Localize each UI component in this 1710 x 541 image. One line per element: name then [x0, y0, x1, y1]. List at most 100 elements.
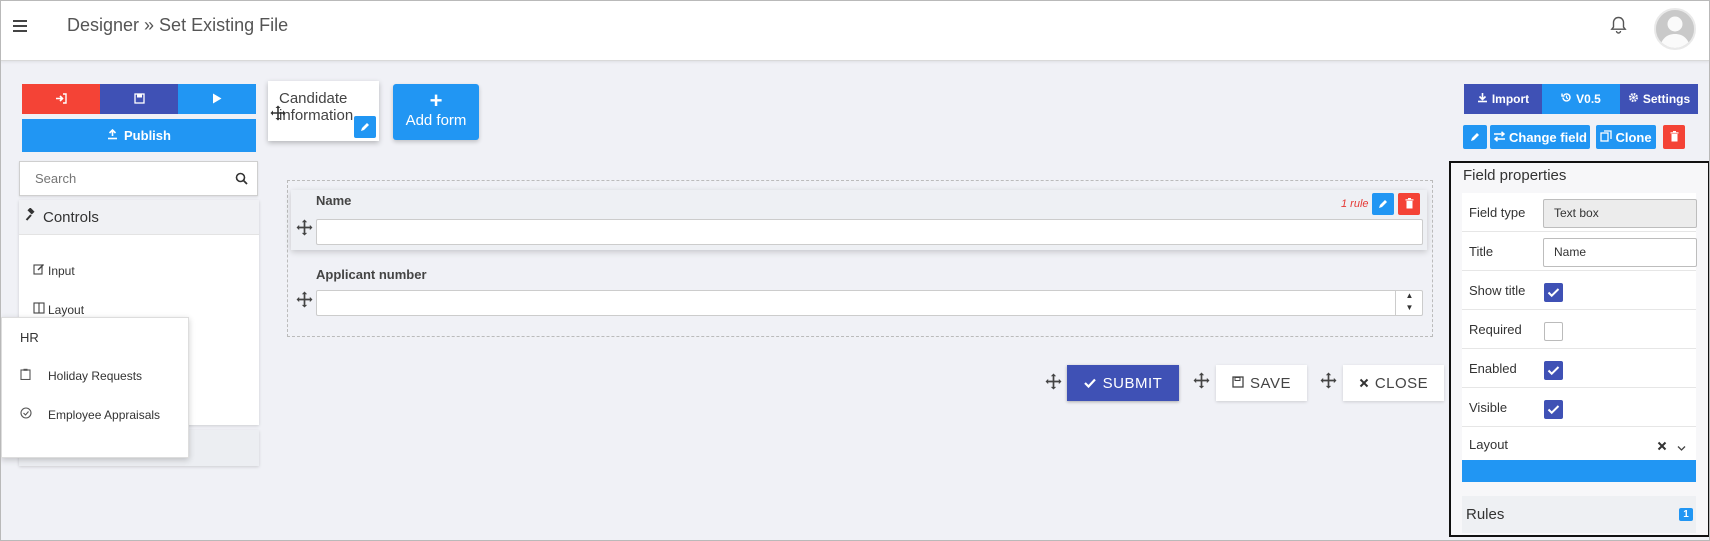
form-card-candidate-information[interactable]: Candidate information [268, 81, 379, 141]
move-icon[interactable] [296, 291, 313, 311]
pencil-icon [1378, 197, 1388, 212]
prop-label: Title [1469, 244, 1494, 259]
edit-field-properties-button[interactable] [1463, 125, 1487, 149]
field-properties-panel: Field properties Field type Text box Tit… [1449, 161, 1710, 537]
controls-heading: Controls [43, 208, 99, 226]
move-icon[interactable] [1045, 373, 1062, 393]
popup-item-holiday-requests[interactable]: Holiday Requests [20, 367, 142, 386]
change-field-button[interactable]: Change field [1490, 125, 1590, 149]
popup-item-label: Holiday Requests [48, 369, 143, 383]
change-field-label: Change field [1508, 129, 1587, 145]
play-icon [212, 92, 222, 107]
clear-icon[interactable] [1657, 439, 1667, 454]
control-item-input[interactable]: Input [33, 263, 75, 278]
user-avatar[interactable] [1654, 8, 1696, 50]
required-checkbox[interactable] [1544, 322, 1563, 341]
clone-label: Clone [1615, 129, 1652, 145]
settings-label: Settings [1642, 92, 1691, 106]
prop-label: Visible [1469, 400, 1508, 415]
exchange-icon [1493, 130, 1506, 145]
chevron-down-icon[interactable] [1677, 440, 1686, 455]
app-header: Designer » Set Existing File [0, 0, 1710, 61]
publish-label: Publish [124, 128, 171, 143]
prop-row-required: Required [1462, 310, 1696, 349]
prop-label: Layout [1469, 437, 1509, 452]
exit-button[interactable] [22, 84, 100, 114]
close-icon [1359, 375, 1369, 392]
history-icon [1561, 92, 1572, 106]
search-icon[interactable] [235, 172, 248, 188]
form-list-popup: HR Holiday Requests Employee Appraisals [1, 317, 189, 458]
add-form-button[interactable]: + Add form [393, 84, 479, 140]
save-toolbar-button[interactable] [100, 84, 178, 114]
control-item-layout[interactable]: Layout [33, 302, 84, 317]
popup-item-label: Employee Appraisals [48, 408, 161, 422]
move-icon[interactable] [1320, 372, 1337, 392]
number-stepper[interactable]: ▲ ▼ [1395, 290, 1423, 316]
copy-icon [1600, 129, 1613, 145]
close-label: CLOSE [1374, 374, 1429, 392]
submit-label: SUBMIT [1102, 374, 1163, 392]
floppy-icon [1232, 375, 1244, 392]
delete-selected-field-button[interactable] [1663, 125, 1685, 149]
layout-selection-bar[interactable] [1462, 460, 1696, 482]
sign-in-icon [55, 92, 67, 107]
page-title: Designer » Set Existing File [67, 15, 289, 35]
show-title-checkbox[interactable] [1544, 283, 1563, 302]
edit-icon [33, 263, 45, 278]
search-input[interactable] [20, 162, 220, 195]
prop-row-field-type: Field type Text box [1462, 193, 1697, 232]
move-icon[interactable] [296, 219, 313, 239]
bell-icon[interactable] [1610, 16, 1627, 38]
prop-row-show-title: Show title [1462, 271, 1696, 310]
check-circle-icon [20, 406, 48, 425]
search-box [19, 161, 258, 196]
field-label-name: Name [316, 193, 352, 208]
save-button[interactable]: SAVE [1216, 365, 1307, 401]
floppy-icon [133, 92, 145, 107]
edit-field-button[interactable] [1372, 193, 1394, 215]
title-input[interactable]: Name [1543, 238, 1697, 267]
prop-row-visible: Visible [1462, 388, 1696, 427]
visible-checkbox[interactable] [1544, 400, 1563, 419]
enabled-checkbox[interactable] [1544, 361, 1563, 380]
field-properties-heading: Field properties [1463, 167, 1567, 184]
hamburger-menu-icon[interactable] [13, 20, 27, 32]
name-input[interactable] [316, 219, 1423, 245]
pencil-icon [1470, 130, 1480, 145]
popup-item-employee-appraisals[interactable]: Employee Appraisals [20, 406, 170, 425]
rules-count-badge: 1 [1679, 508, 1693, 521]
prop-label: Show title [1469, 283, 1526, 298]
version-label: V0.5 [1576, 92, 1601, 106]
gear-icon [1628, 92, 1639, 106]
move-icon[interactable] [1193, 372, 1210, 392]
trash-icon [1670, 130, 1679, 145]
prop-label: Field type [1469, 205, 1526, 220]
applicant-number-input[interactable] [316, 290, 1423, 316]
prop-label: Required [1469, 322, 1522, 337]
field-rule-count[interactable]: 1 rule [1341, 198, 1369, 210]
run-button[interactable] [178, 84, 256, 114]
upload-icon [107, 128, 118, 143]
rules-section[interactable]: Rules 1 [1462, 496, 1696, 533]
close-button[interactable]: CLOSE [1343, 365, 1444, 401]
clone-button[interactable]: Clone [1596, 125, 1656, 149]
delete-field-button[interactable] [1398, 193, 1420, 215]
prop-row-title: Title Name [1462, 232, 1697, 271]
prop-row-layout[interactable]: Layout [1462, 427, 1696, 461]
controls-header[interactable]: Controls [19, 200, 259, 235]
import-button[interactable]: Import [1464, 84, 1542, 114]
gavel-icon [25, 207, 39, 226]
control-item-label: Layout [48, 302, 85, 317]
submit-button[interactable]: SUBMIT [1067, 365, 1179, 401]
publish-button[interactable]: Publish [22, 119, 256, 152]
form-card-title: Candidate information [279, 90, 354, 124]
version-button[interactable]: V0.5 [1542, 84, 1620, 114]
edit-form-button[interactable] [354, 116, 376, 138]
save-label: SAVE [1250, 374, 1291, 392]
download-icon [1477, 92, 1488, 106]
move-icon[interactable] [270, 105, 286, 124]
check-icon [1083, 375, 1096, 392]
columns-icon [33, 302, 45, 317]
settings-button[interactable]: Settings [1620, 84, 1698, 114]
